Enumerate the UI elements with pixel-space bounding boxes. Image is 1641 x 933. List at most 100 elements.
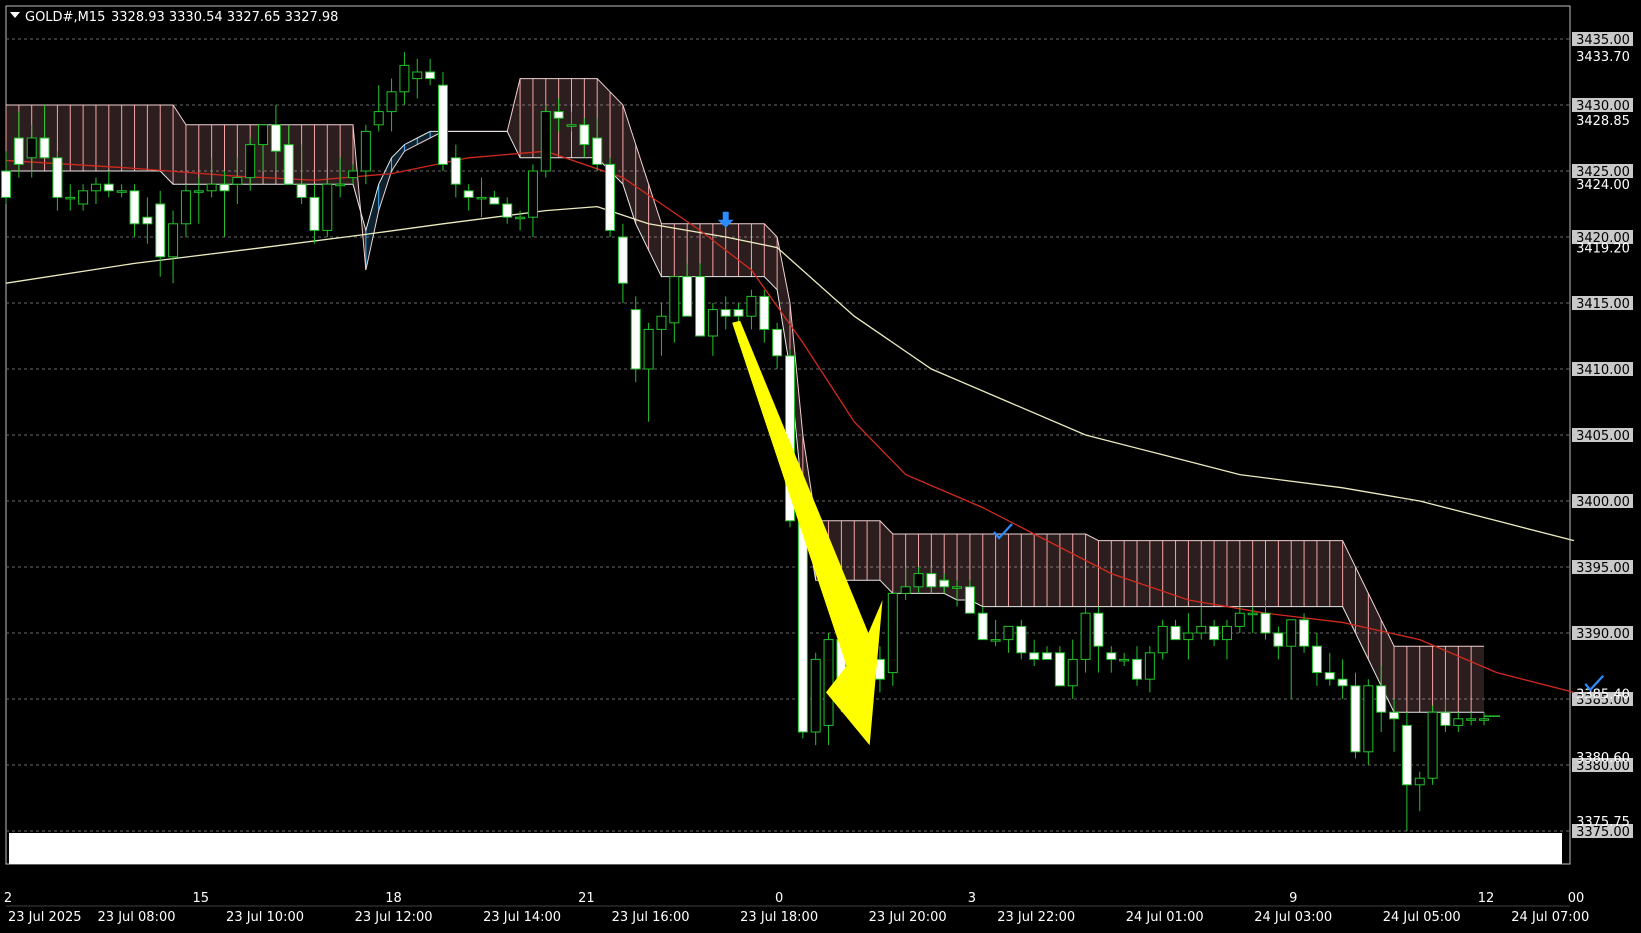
candle-body[interactable] [270,124,281,152]
candle-body[interactable] [977,612,988,641]
candle-body[interactable] [360,130,371,172]
candle-body[interactable] [540,111,551,172]
candle-body[interactable] [52,157,63,198]
candle-body[interactable] [348,170,359,179]
candle-body[interactable] [695,276,706,337]
candle-body[interactable] [990,639,1001,642]
candle-body[interactable] [1157,625,1168,654]
candle-body[interactable] [399,64,410,93]
candle-body[interactable] [1401,724,1412,786]
candle-body[interactable] [669,276,680,324]
candle-body[interactable] [913,573,924,588]
candle-body[interactable] [425,71,436,80]
candle-body[interactable] [964,586,975,614]
candle-body[interactable] [116,190,127,193]
candle-body[interactable] [1016,625,1027,654]
candle-body[interactable] [759,295,770,330]
candle-body[interactable] [296,183,307,198]
candle-body[interactable] [1093,612,1104,647]
candle-body[interactable] [206,183,217,192]
chart-window[interactable]: 3435.00 3430.00 3425.00 3420.00 3415.00 3410.… [0,0,1641,933]
candle-body[interactable] [180,190,191,225]
candle-body[interactable] [1054,652,1065,687]
candle-body[interactable] [65,196,76,200]
candle-body[interactable] [78,190,89,205]
candle-body[interactable] [926,573,937,588]
candle-body[interactable] [1131,658,1142,680]
candle-body[interactable] [1389,711,1400,720]
candle-body[interactable] [1042,652,1053,660]
candle-body[interactable] [682,276,693,317]
candle-body[interactable] [155,203,166,258]
candle-body[interactable] [502,203,513,218]
candle-body[interactable] [1414,777,1425,786]
candle-body[interactable] [515,216,526,220]
candle-body[interactable] [1273,632,1284,647]
candle-body[interactable] [283,144,294,185]
candle-body[interactable] [810,658,821,733]
candle-body[interactable] [772,328,783,357]
candle-body[interactable] [1311,645,1322,674]
candle-body[interactable] [527,170,538,218]
candle-body[interactable] [887,592,898,674]
candle-body[interactable] [1286,619,1297,647]
candle-body[interactable] [129,190,140,225]
candle-body[interactable] [1221,625,1232,641]
candle-body[interactable] [168,223,179,258]
candle-body[interactable] [1029,652,1040,660]
candle-body[interactable] [939,579,950,588]
candle-body[interactable] [1337,678,1348,687]
candle-body[interactable] [1479,718,1489,721]
candle-body[interactable] [553,111,564,119]
candle-body[interactable] [1299,619,1310,647]
candle-body[interactable] [1196,625,1207,634]
candle-body[interactable] [1440,711,1451,726]
candle-body[interactable] [39,137,50,159]
candle-body[interactable] [463,190,474,198]
candle-body[interactable] [579,124,590,146]
candle-body[interactable] [1363,685,1374,753]
candle-body[interactable] [720,309,731,317]
candle-body[interactable] [900,586,911,594]
candle-body[interactable] [412,71,423,80]
candle-body[interactable] [90,183,101,192]
candle-body[interactable] [656,315,667,330]
candle-body[interactable] [1324,672,1335,680]
candle-body[interactable] [322,183,333,231]
candle-body[interactable] [1234,612,1245,627]
candle-body[interactable] [1247,612,1258,616]
candle-body[interactable] [13,137,24,165]
candle-body[interactable] [797,520,808,733]
candle-body[interactable] [103,183,114,192]
candle-body[interactable] [1466,718,1477,721]
candle-body[interactable] [219,183,230,192]
candle-body[interactable] [386,91,397,113]
candle-body[interactable] [1350,685,1361,753]
candle-body[interactable] [630,309,641,370]
candle-body[interactable] [245,144,256,179]
candle-body[interactable] [1119,658,1130,662]
candle-body[interactable] [437,84,448,165]
candle-body[interactable] [1080,612,1091,660]
candle-body[interactable] [643,328,654,370]
candle-body[interactable] [605,163,616,231]
candle-body[interactable] [1209,625,1220,641]
candle-body[interactable] [142,216,153,225]
candle-body[interactable] [617,236,628,284]
candle-body[interactable] [952,586,963,589]
candle-body[interactable] [1,170,11,198]
candle-body[interactable] [823,639,834,726]
candle-body[interactable] [476,196,487,200]
candle-body[interactable] [335,183,346,187]
candle-body[interactable] [232,177,243,185]
candle-body[interactable] [733,309,744,317]
candle-body[interactable] [1170,625,1181,641]
candle-body[interactable] [373,111,384,126]
candle-body[interactable] [450,157,461,185]
candle-body[interactable] [1376,685,1387,713]
candle-body[interactable] [746,295,757,317]
candle-body[interactable] [1427,711,1438,779]
candle-body[interactable] [489,196,500,205]
candle-body[interactable] [592,137,603,165]
candle-body[interactable] [1106,652,1117,660]
